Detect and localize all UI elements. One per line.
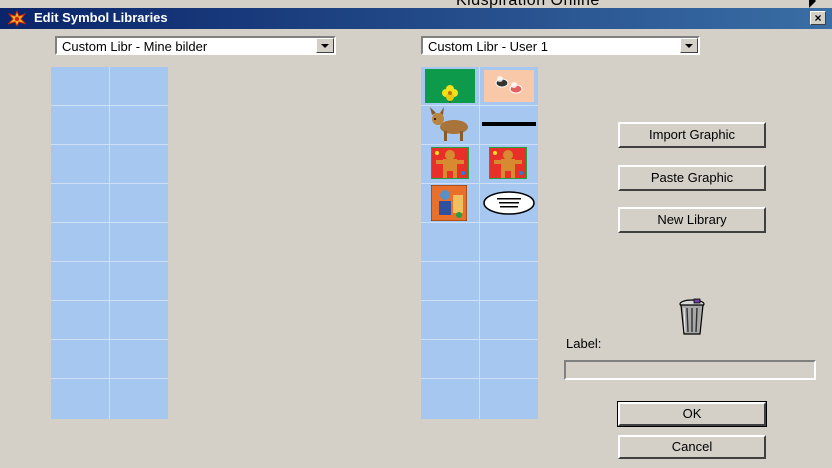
- import-graphic-button[interactable]: Import Graphic: [618, 122, 766, 148]
- line-symbol[interactable]: [482, 122, 536, 126]
- left-library-select-value: Custom Libr - Mine bilder: [62, 39, 208, 54]
- left-library-select[interactable]: Custom Libr - Mine bilder: [55, 36, 336, 55]
- bees-symbol[interactable]: [484, 70, 534, 102]
- cancel-button[interactable]: Cancel: [618, 435, 766, 459]
- title-bar[interactable]: Edit Symbol Libraries ×: [0, 8, 832, 29]
- left-symbol-grid[interactable]: [51, 67, 168, 419]
- chevron-down-icon[interactable]: [680, 38, 698, 53]
- dog-symbol[interactable]: [424, 107, 476, 143]
- label-caption: Label:: [566, 336, 602, 351]
- gingerbread-man-symbol[interactable]: [431, 147, 469, 179]
- trash-can-icon[interactable]: [670, 298, 714, 336]
- gingerbread-man-symbol[interactable]: [489, 147, 527, 179]
- app-icon: [8, 11, 26, 26]
- right-symbol-grid[interactable]: [421, 67, 538, 419]
- close-button[interactable]: ×: [810, 11, 826, 25]
- ok-button[interactable]: OK: [617, 401, 767, 427]
- child-drawing-symbol[interactable]: [431, 185, 467, 221]
- new-library-button[interactable]: New Library: [618, 207, 766, 233]
- right-library-select-value: Custom Libr - User 1: [428, 39, 548, 54]
- right-library-select[interactable]: Custom Libr - User 1: [421, 36, 700, 55]
- window-title: Edit Symbol Libraries: [34, 10, 168, 25]
- chevron-down-icon[interactable]: [316, 38, 334, 53]
- label-input[interactable]: [564, 360, 816, 380]
- speech-bubble-symbol[interactable]: [482, 190, 536, 216]
- menu-arrow-icon: [809, 0, 816, 8]
- flower-symbol[interactable]: [425, 69, 475, 103]
- paste-graphic-button[interactable]: Paste Graphic: [618, 165, 766, 191]
